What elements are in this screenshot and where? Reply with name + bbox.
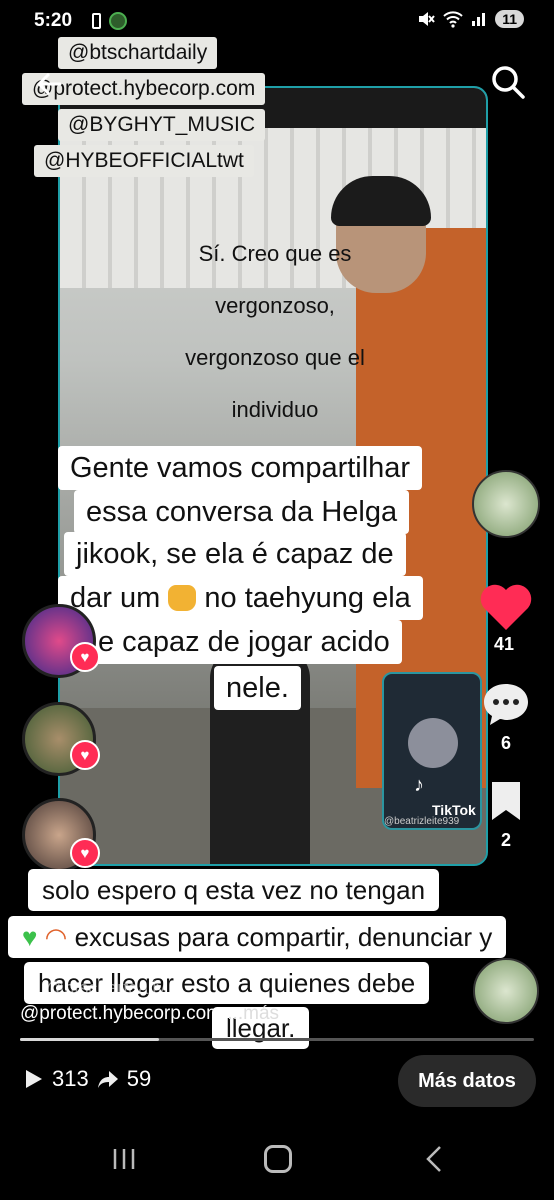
rainbow-icon: ◠ [44,922,68,952]
green-heart-icon: ♥ [22,922,38,952]
battery-level: 11 [495,10,524,28]
stats-row: 313 59 [22,1066,151,1092]
caption-line: e capaz de jogar acido [86,620,402,664]
share-icon [97,1071,118,1088]
author-username[interactable]: @btschartdaily [46,978,165,999]
subtitle-line: individuo [231,397,319,422]
caption-line: nele. [214,666,301,710]
description-text: @protect.hybecorp.com [20,1003,222,1024]
play-icon [26,1070,42,1088]
battery-saver-icon [92,13,101,29]
more-data-button[interactable]: Más datos [398,1055,536,1107]
caption-text: excusas para compartir, denunciar y [74,922,493,952]
subtitle-line: vergonzoso que el [185,345,365,370]
bottom-caption-line: solo espero q esta vez no tengan [28,869,440,911]
like-count: 41 [493,634,515,654]
search-icon[interactable] [488,62,528,102]
caption-text: no taehyung ela [204,582,411,614]
home-icon[interactable] [264,1145,292,1173]
mention-label[interactable]: @HYBEOFFICIALtwt [34,145,254,177]
liked-heart-icon: ♥ [70,740,100,770]
more-link[interactable]: ...más [227,1003,279,1024]
comment-count: 6 [500,733,511,753]
music-disc-avatar[interactable] [473,958,539,1024]
system-navigation-bar [0,1130,554,1190]
caption-line: Gente vamos compartilhar [58,446,423,490]
tiktok-watermark-user: @beatrizleite939 [384,816,460,827]
nav-back-icon[interactable] [424,1144,444,1174]
comment-icon[interactable] [480,680,532,728]
app-notification-icon [109,12,127,30]
creator-avatar[interactable] [472,470,540,538]
caption-line: essa conversa da Helga [74,490,410,534]
subtitle-line: vergonzoso, [215,293,335,318]
embedded-tiktok-card: ♪ TikTok @beatrizleite939 [382,672,482,830]
video-description[interactable]: @protect.hybecorp.com ...más [20,1003,279,1025]
caption-line: dar um no taehyung ela [58,576,423,620]
progress-fill [20,1038,159,1041]
recents-icon[interactable] [110,1145,138,1173]
tiktok-logo-icon: ♪ [414,774,424,796]
bookmark-count: 2 [500,830,511,850]
wifi-icon [443,11,463,28]
like-heart-icon[interactable] [478,580,534,632]
status-time: 5:20 [34,10,73,31]
caption-text: dar um [70,582,161,614]
fist-emoji-icon [168,585,197,611]
signal-icon [472,13,486,26]
caption-line: jikook, se ela é capaz de [64,532,406,576]
video-subtitle: Sí. Creo que es vergonzoso, vergonzoso q… [140,228,410,436]
embedded-avatar [408,718,458,768]
bottom-caption-line: ♥ ◠ excusas para compartir, denunciar y [8,916,507,958]
mention-label[interactable]: @BYGHYT_MUSIC [58,109,266,141]
bookmark-icon[interactable] [488,780,524,822]
view-count: 313 [52,1066,89,1091]
share-count: 59 [126,1066,152,1091]
mute-icon [419,12,435,26]
liked-heart-icon: ♥ [70,642,100,672]
mention-label[interactable]: @btschartdaily [58,37,218,69]
liked-heart-icon: ♥ [70,838,100,868]
notification-icons [92,12,127,30]
video-progress-bar[interactable] [20,1038,534,1041]
subtitle-line: Sí. Creo que es [198,241,352,266]
system-status-icons: 11 [417,10,524,28]
back-arrow-icon[interactable] [30,64,70,104]
